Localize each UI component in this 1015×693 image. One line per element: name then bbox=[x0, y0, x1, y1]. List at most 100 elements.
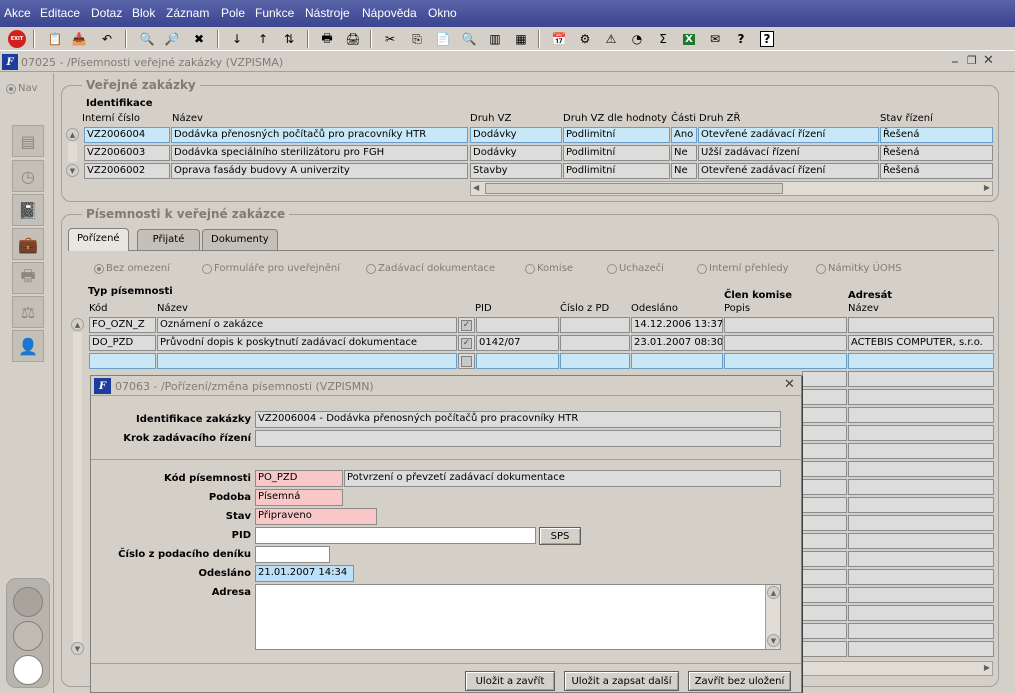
table-row-cell[interactable]: Řešená bbox=[880, 145, 993, 161]
ulozit-a-zavrit-button[interactable]: Uložit a zavřít bbox=[465, 671, 555, 691]
table-row-cell[interactable]: Ne bbox=[671, 163, 697, 179]
table-row-cell[interactable] bbox=[631, 353, 723, 369]
table-row-cell[interactable] bbox=[802, 533, 847, 549]
sps-button[interactable]: SPS bbox=[539, 527, 581, 545]
table-row-cell[interactable] bbox=[848, 551, 994, 567]
new-record-icon[interactable]: 📋 bbox=[46, 30, 64, 48]
sort-multi-icon[interactable]: ⇅ bbox=[280, 30, 298, 48]
table-row-cell[interactable] bbox=[848, 533, 994, 549]
table-row-cell[interactable] bbox=[802, 461, 847, 477]
identifikace-zakazky-field[interactable]: VZ2006004 - Dodávka přenosných počítačů … bbox=[255, 411, 781, 428]
sum-icon[interactable]: Σ bbox=[654, 30, 672, 48]
kod-pisemnosti-field[interactable]: PO_PZD bbox=[255, 470, 343, 487]
table-row-cell[interactable] bbox=[476, 317, 559, 333]
print-icon[interactable]: 🖶 bbox=[318, 30, 336, 48]
table-row-cell[interactable] bbox=[848, 587, 994, 603]
scales-icon[interactable]: ⚖ bbox=[12, 296, 44, 328]
help-icon[interactable]: ? bbox=[758, 30, 776, 48]
filter-zadavaci-dokumentace[interactable]: Zadávací dokumentace bbox=[366, 263, 495, 274]
table-row-cell[interactable]: Otevřené zadávací řízení bbox=[698, 163, 879, 179]
close-icon[interactable]: ✕ bbox=[983, 53, 994, 68]
menu-editace[interactable]: Editace bbox=[40, 6, 80, 20]
stav-field[interactable]: Připraveno bbox=[255, 508, 377, 525]
odeslano-field[interactable]: 21.01.2007 14:34 bbox=[255, 565, 354, 582]
menu-blok[interactable]: Blok bbox=[132, 6, 155, 20]
query-icon[interactable]: 🔍 bbox=[138, 30, 156, 48]
table-row-cell[interactable] bbox=[802, 407, 847, 423]
table-row-cell[interactable]: 0142/07 bbox=[476, 335, 559, 351]
table-row-cell[interactable] bbox=[724, 317, 847, 333]
table-row-cell[interactable]: Oprava fasády budovy A univerzity bbox=[171, 163, 468, 179]
table-row-cell[interactable] bbox=[802, 443, 847, 459]
table-row-cell[interactable] bbox=[848, 317, 994, 333]
minimize-icon[interactable]: ⎯ bbox=[952, 54, 958, 69]
ulozit-a-zapsat-dalsi-button[interactable]: Uložit a zapsat další bbox=[564, 671, 679, 691]
nav-toggle[interactable]: Nav bbox=[6, 83, 38, 94]
tab-dokumenty[interactable]: Dokumenty bbox=[202, 229, 278, 250]
menu-funkce[interactable]: Funkce bbox=[255, 6, 294, 20]
table-row-cell[interactable] bbox=[157, 353, 457, 369]
save-icon[interactable]: 📥 bbox=[70, 30, 88, 48]
menu-okno[interactable]: Okno bbox=[428, 6, 457, 20]
table-row-cell[interactable] bbox=[802, 641, 847, 657]
tools-icon[interactable]: ⚙ bbox=[576, 30, 594, 48]
mail-icon[interactable]: ✉ bbox=[706, 30, 724, 48]
table-row-cell[interactable] bbox=[802, 587, 847, 603]
table-row-cell[interactable] bbox=[802, 389, 847, 405]
table-row-cell[interactable]: Stavby bbox=[470, 163, 562, 179]
table-row-cell[interactable] bbox=[848, 407, 994, 423]
clock-icon[interactable]: ◷ bbox=[12, 160, 44, 192]
query-cancel-icon[interactable]: ✖ bbox=[190, 30, 208, 48]
table-row-cell[interactable] bbox=[802, 425, 847, 441]
table-row-cell[interactable] bbox=[476, 353, 559, 369]
table-row-cell[interactable] bbox=[89, 353, 156, 369]
filter-formulare[interactable]: Formuláře pro uveřejnění bbox=[202, 263, 340, 274]
filter-uchazeci[interactable]: Uchazeči bbox=[607, 263, 664, 274]
columns-icon[interactable]: ▥ bbox=[486, 30, 504, 48]
vertical-scrollbar[interactable] bbox=[68, 142, 77, 162]
copy-icon[interactable]: ⎘ bbox=[408, 30, 426, 48]
table-row-cell[interactable] bbox=[802, 479, 847, 495]
table-row-cell[interactable] bbox=[802, 551, 847, 567]
table-row-cell[interactable] bbox=[802, 569, 847, 585]
menu-pole[interactable]: Pole bbox=[221, 6, 245, 20]
scroll-left-icon[interactable]: ◀ bbox=[473, 183, 479, 192]
table-row-cell[interactable] bbox=[724, 353, 847, 369]
exit-icon[interactable]: EXIT bbox=[8, 30, 26, 48]
filter-bez-omezeni[interactable]: Bez omezení bbox=[94, 263, 170, 274]
document-icon[interactable]: ▤ bbox=[12, 125, 44, 157]
notebook-icon[interactable]: 📓 bbox=[12, 194, 44, 226]
cislo-podaciho-deniku-field[interactable] bbox=[255, 546, 330, 563]
table-row-cell[interactable]: Dodávky bbox=[470, 127, 562, 143]
menu-zaznam[interactable]: Záznam bbox=[166, 6, 209, 20]
zavrit-bez-ulozeni-button[interactable]: Zavřít bez uložení bbox=[688, 671, 791, 691]
tab-porizene[interactable]: Pořízené bbox=[68, 228, 129, 251]
table-row-checkbox[interactable] bbox=[458, 353, 475, 369]
menu-akce[interactable]: Akce bbox=[4, 6, 31, 20]
table-row-cell[interactable]: VZ2006004 bbox=[84, 127, 170, 143]
table-row-cell[interactable] bbox=[848, 389, 994, 405]
table-row-cell[interactable]: Ne bbox=[671, 145, 697, 161]
sort-desc-icon[interactable]: ↑ bbox=[254, 30, 272, 48]
scroll-right-icon[interactable]: ▶ bbox=[984, 663, 990, 672]
table-row-cell[interactable] bbox=[848, 479, 994, 495]
briefcase-icon[interactable]: 💼 bbox=[12, 228, 44, 260]
scrollbar-thumb[interactable] bbox=[485, 183, 783, 194]
adresa-scrollbar[interactable]: ▲ ▼ bbox=[765, 585, 780, 649]
table-row-cell[interactable]: Dodávky bbox=[470, 145, 562, 161]
table-row-cell[interactable] bbox=[560, 353, 630, 369]
table-row-cell[interactable]: Podlimitní bbox=[563, 127, 670, 143]
warning-icon[interactable]: ⚠ bbox=[602, 30, 620, 48]
table-row-cell[interactable]: Řešená bbox=[880, 163, 993, 179]
table-row-cell[interactable]: Dodávka speciálního sterilizátoru pro FG… bbox=[171, 145, 468, 161]
table-row-cell[interactable]: Průvodní dopis k poskytnutí zadávací dok… bbox=[157, 335, 457, 351]
cut-icon[interactable]: ✂ bbox=[381, 30, 399, 48]
table-row-cell[interactable]: 14.12.2006 13:37 bbox=[631, 317, 723, 333]
table-row-checkbox[interactable]: ✓ bbox=[458, 335, 475, 351]
nazev-pisemnosti-field[interactable]: Potvrzení o převzetí zadávací dokumentac… bbox=[344, 470, 781, 487]
table-row-checkbox[interactable]: ✓ bbox=[458, 317, 475, 333]
scroll-right-icon[interactable]: ▶ bbox=[984, 183, 990, 192]
table-row-cell[interactable] bbox=[848, 623, 994, 639]
scroll-down-icon[interactable]: ▼ bbox=[767, 634, 780, 647]
table-row-cell[interactable] bbox=[560, 317, 630, 333]
